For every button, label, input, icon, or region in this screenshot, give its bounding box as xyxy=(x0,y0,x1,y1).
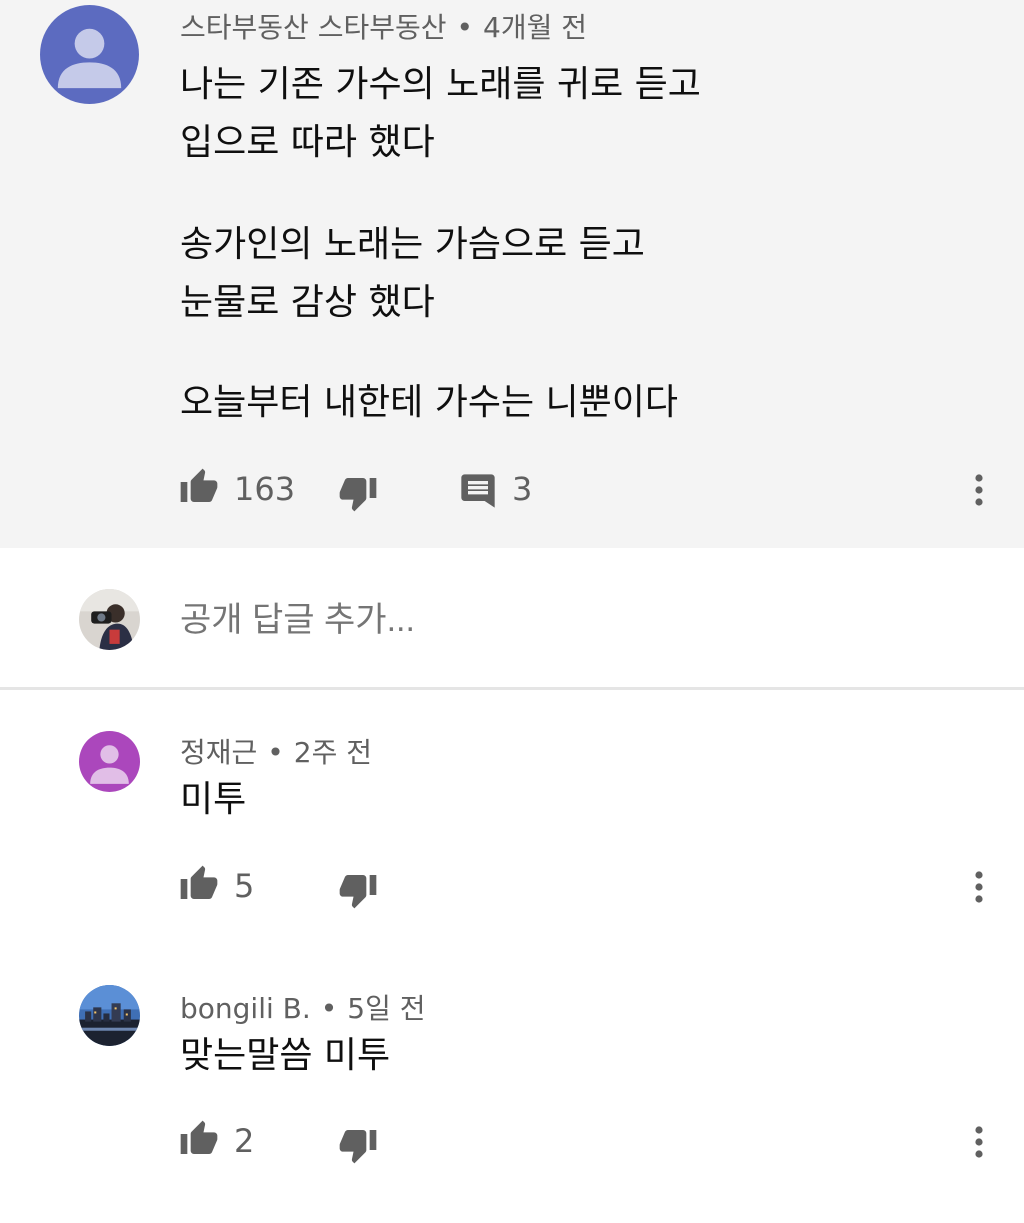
thumb-up-icon[interactable] xyxy=(179,1117,219,1161)
comment-line: 입으로 따라 했다 xyxy=(180,122,435,163)
author-name[interactable]: 스타부동산 스타부동산 xyxy=(180,11,447,44)
reply-actions: 2 xyxy=(0,1117,1024,1167)
reply-actions: 5 xyxy=(0,862,1024,912)
reply-author-avatar[interactable] xyxy=(79,985,140,1046)
reply-author-avatar[interactable] xyxy=(79,731,140,792)
default-person-icon xyxy=(79,731,140,792)
author-name[interactable]: 정재근 xyxy=(180,736,257,769)
like-count: 5 xyxy=(234,867,255,905)
city-skyline-photo-icon xyxy=(79,985,140,1046)
default-person-icon xyxy=(40,5,139,104)
comment-time: 5일 전 xyxy=(347,992,426,1025)
more-vert-icon[interactable] xyxy=(964,867,994,907)
comment-line: 나는 기존 가수의 노래를 귀로 듣고 xyxy=(180,64,701,105)
reply-count: 3 xyxy=(512,470,533,508)
meta-separator: • xyxy=(456,11,474,44)
comment-actions: 163 3 xyxy=(0,465,1024,515)
user-avatar xyxy=(79,589,140,650)
highlighted-comment: 스타부동산 스타부동산 • 4개월 전 나는 기존 가수의 노래를 귀로 듣고 입으… xyxy=(0,0,1024,548)
add-reply-row xyxy=(0,548,1024,688)
comment-paragraph: 오늘부터 내한테 가수는 니뿐이다 xyxy=(180,374,678,432)
reply-text: 미투 xyxy=(180,779,247,820)
author-avatar[interactable] xyxy=(40,5,139,104)
comment-line: 눈물로 감상 했다 xyxy=(180,282,435,323)
thumb-down-icon[interactable] xyxy=(338,868,378,912)
user-photo-icon xyxy=(79,589,140,650)
like-count: 2 xyxy=(234,1122,255,1160)
comment-paragraph: 나는 기존 가수의 노래를 귀로 듣고 입으로 따라 했다 xyxy=(180,56,701,172)
thumb-down-icon[interactable] xyxy=(338,1123,378,1167)
comment-paragraph: 송가인의 노래는 가슴으로 듣고 눈물로 감상 했다 xyxy=(180,216,645,332)
comment-time: 2주 전 xyxy=(293,736,373,769)
reply-meta: 정재근 • 2주 전 xyxy=(180,731,372,771)
like-count: 163 xyxy=(234,470,296,508)
comment-line: 오늘부터 내한테 가수는 니뿐이다 xyxy=(180,382,679,423)
reply-input[interactable] xyxy=(180,598,960,642)
comment-line: 송가인의 노래는 가슴으로 듣고 xyxy=(180,224,645,265)
meta-separator: • xyxy=(320,992,338,1025)
comment-icon[interactable] xyxy=(458,471,498,511)
thumb-up-icon[interactable] xyxy=(179,862,219,906)
author-name[interactable]: bongili B. xyxy=(180,992,311,1025)
thumb-down-icon[interactable] xyxy=(338,471,378,515)
more-vert-icon[interactable] xyxy=(964,1122,994,1162)
reply-meta: bongili B. • 5일 전 xyxy=(180,987,426,1027)
reply-text: 맞는말씀 미투 xyxy=(180,1035,391,1076)
comment-meta: 스타부동산 스타부동산 • 4개월 전 xyxy=(180,6,587,46)
comment-time: 4개월 전 xyxy=(483,11,588,44)
meta-separator: • xyxy=(267,736,284,769)
more-vert-icon[interactable] xyxy=(964,470,994,510)
divider xyxy=(0,687,1024,690)
thumb-up-icon[interactable] xyxy=(179,465,219,509)
comment-thread: 스타부동산 스타부동산 • 4개월 전 나는 기존 가수의 노래를 귀로 듣고 입으… xyxy=(0,0,1024,1223)
